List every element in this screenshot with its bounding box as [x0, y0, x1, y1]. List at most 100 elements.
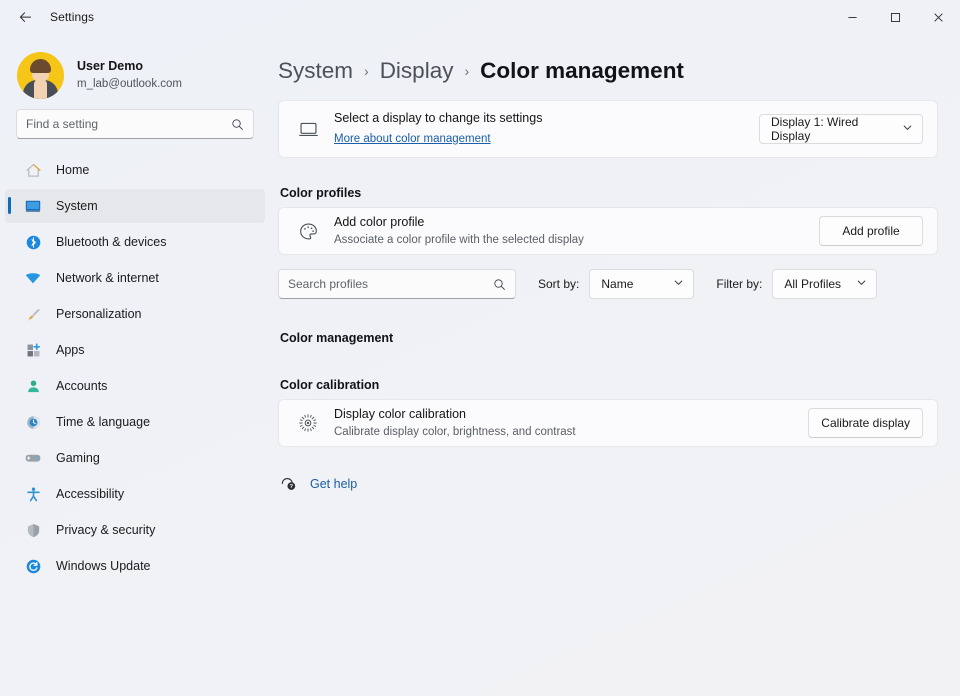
display-selector-wrap: Display 1: Wired Display	[759, 114, 923, 144]
sidebar-item-accessibility[interactable]: Accessibility	[5, 477, 265, 511]
sidebar-item-label: Gaming	[56, 451, 100, 465]
sidebar-item-label: Bluetooth & devices	[56, 235, 167, 249]
search-icon	[232, 118, 243, 130]
update-refresh-icon	[23, 556, 43, 576]
content-area: System › Display › Color management Sele…	[270, 34, 960, 696]
add-color-profile-subtitle: Associate a color profile with the selec…	[334, 233, 584, 246]
get-help-row[interactable]: ? Get help	[278, 475, 938, 493]
sidebar-item-network-internet[interactable]: Network & internet	[5, 261, 265, 295]
wifi-icon	[23, 268, 43, 288]
sidebar-item-privacy-security[interactable]: Privacy & security	[5, 513, 265, 547]
sidebar-item-label: Accounts	[56, 379, 108, 393]
display-color-calibration-card: Display color calibration Calibrate disp…	[278, 399, 938, 447]
sidebar-item-label: Apps	[56, 343, 85, 357]
title-bar: Settings	[0, 0, 960, 34]
add-profile-button[interactable]: Add profile	[819, 216, 923, 246]
sidebar-item-windows-update[interactable]: Windows Update	[5, 549, 265, 583]
color-calibration-heading: Color calibration	[280, 378, 380, 392]
back-button[interactable]	[8, 2, 42, 32]
page-title: Color management	[480, 58, 684, 83]
sidebar-item-gaming[interactable]: Gaming	[5, 441, 265, 475]
sidebar-item-apps[interactable]: Apps	[5, 333, 265, 367]
breadcrumb: System › Display › Color management	[278, 52, 938, 90]
display-select-dropdown[interactable]: Display 1: Wired Display	[759, 114, 923, 144]
sidebar-item-label: Time & language	[56, 415, 151, 429]
sidebar-item-personalization[interactable]: Personalization	[5, 297, 265, 331]
sidebar-item-label: System	[56, 199, 98, 213]
color-profiles-heading: Color profiles	[280, 186, 362, 200]
search-icon	[494, 278, 505, 290]
sort-by-label: Sort by:	[538, 277, 580, 291]
sidebar-item-label: Windows Update	[56, 559, 151, 573]
breadcrumb-system[interactable]: System	[278, 58, 353, 84]
paintbrush-icon	[23, 304, 43, 324]
display-selector-card: Select a display to change its settings …	[278, 100, 938, 158]
shield-icon	[23, 520, 43, 540]
window-controls	[831, 0, 960, 34]
sidebar-item-label: Privacy & security	[56, 523, 156, 537]
calibration-title: Display color calibration	[334, 406, 467, 421]
breadcrumb-separator: ›	[364, 63, 369, 79]
sidebar-nav: Home System Bluetooth & devices Network …	[0, 153, 270, 583]
bluetooth-icon	[23, 232, 43, 252]
close-icon	[934, 12, 943, 22]
breadcrumb-display[interactable]: Display	[380, 58, 454, 84]
window-title: Settings	[50, 10, 95, 24]
account-person-icon	[23, 376, 43, 396]
get-help-link[interactable]: Get help	[310, 477, 357, 491]
back-arrow-icon	[19, 11, 31, 22]
sidebar: User Demo m_lab@outlook.com Home	[0, 34, 270, 696]
brightness-sun-icon	[293, 413, 323, 433]
sidebar-item-label: Personalization	[56, 307, 142, 321]
gamepad-icon	[23, 448, 43, 468]
filter-by-dropdown[interactable]: All Profiles	[772, 269, 878, 299]
account-name: User Demo	[77, 59, 143, 74]
calibrate-display-button[interactable]: Calibrate display	[808, 408, 923, 438]
display-select-value: Display 1: Wired Display	[771, 115, 859, 143]
accessibility-person-icon	[23, 484, 43, 504]
account-email: m_lab@outlook.com	[77, 77, 182, 90]
svg-text:?: ?	[290, 484, 294, 490]
sidebar-item-label: Network & internet	[56, 271, 159, 285]
chevron-down-icon	[663, 277, 684, 291]
sidebar-item-accounts[interactable]: Accounts	[5, 369, 265, 403]
avatar	[17, 51, 64, 99]
more-about-color-management-link[interactable]: More about color management	[334, 132, 491, 148]
sidebar-item-home[interactable]: Home	[5, 153, 265, 187]
profiles-filter-row: Sort by: Name Filter by: All Profiles	[278, 269, 938, 299]
settings-window: Settings User Demo m_lab@outlook.com Fin…	[0, 0, 960, 696]
apps-icon	[23, 340, 43, 360]
filter-by-label: Filter by:	[716, 277, 763, 291]
breadcrumb-separator: ›	[464, 63, 470, 79]
minimize-button[interactable]	[831, 0, 874, 34]
home-icon	[23, 160, 43, 180]
clock-globe-icon	[23, 412, 43, 432]
profile-search-box[interactable]	[278, 269, 516, 299]
search-profiles-input[interactable]	[288, 277, 493, 291]
sidebar-item-label: Accessibility	[56, 487, 125, 501]
help-question-icon: ?	[278, 475, 300, 493]
calibration-subtitle: Calibrate display color, brightness, and…	[334, 425, 576, 438]
monitor-icon	[293, 119, 323, 140]
color-palette-icon	[293, 221, 323, 242]
sort-by-dropdown[interactable]: Name	[589, 269, 695, 299]
sidebar-item-time-language[interactable]: Time & language	[5, 405, 265, 439]
close-button[interactable]	[917, 0, 960, 34]
color-management-heading: Color management	[280, 331, 394, 345]
account-block[interactable]: User Demo m_lab@outlook.com	[0, 34, 270, 104]
add-color-profile-card: Add color profile Associate a color prof…	[278, 207, 938, 255]
search-setting-box[interactable]	[16, 109, 254, 139]
filter-by-value: All Profiles	[784, 277, 842, 291]
sidebar-item-label: Home	[56, 163, 90, 177]
sort-by-value: Name	[601, 277, 634, 291]
system-monitor-icon	[23, 196, 43, 216]
sidebar-item-system[interactable]: System	[5, 189, 265, 223]
chevron-down-icon	[846, 277, 867, 291]
add-color-profile-title: Add color profile	[334, 214, 425, 229]
search-input[interactable]	[26, 117, 231, 131]
maximize-icon	[891, 12, 900, 22]
maximize-button[interactable]	[874, 0, 917, 34]
minimize-icon	[848, 16, 857, 18]
display-card-title: Select a display to change its settings	[334, 110, 543, 125]
sidebar-item-bluetooth-devices[interactable]: Bluetooth & devices	[5, 225, 265, 259]
